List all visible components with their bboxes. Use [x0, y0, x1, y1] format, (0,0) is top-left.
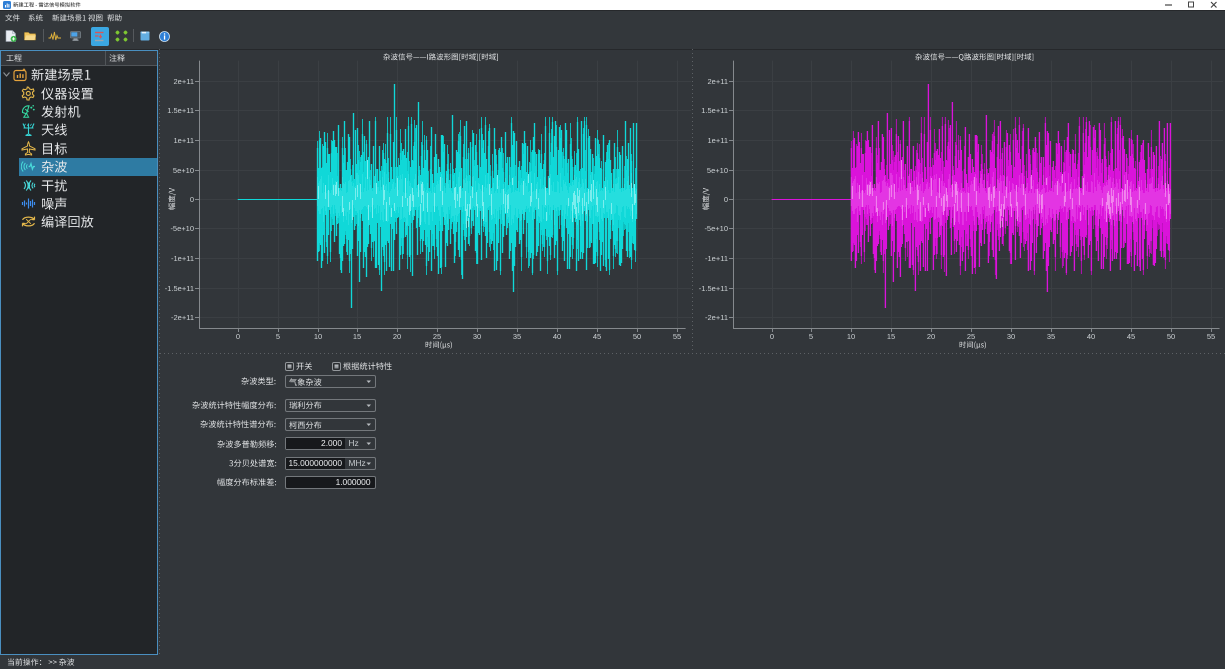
svg-text:2e+11: 2e+11 — [707, 77, 728, 86]
svg-text:-1.5e+11: -1.5e+11 — [699, 284, 728, 293]
svg-text:-1e+11: -1e+11 — [171, 254, 194, 263]
svg-text:-5e+10: -5e+10 — [170, 224, 194, 233]
svg-text:1.5e+11: 1.5e+11 — [701, 106, 728, 115]
svg-text:20: 20 — [393, 332, 401, 341]
svg-text:55: 55 — [1207, 332, 1215, 341]
svg-text:5e+10: 5e+10 — [173, 166, 194, 175]
svg-text:40: 40 — [1087, 332, 1095, 341]
svg-text:25: 25 — [967, 332, 975, 341]
svg-text:45: 45 — [593, 332, 601, 341]
svg-text:15: 15 — [353, 332, 361, 341]
svg-text:10: 10 — [847, 332, 855, 341]
svg-text:0: 0 — [770, 332, 774, 341]
svg-text:1e+11: 1e+11 — [173, 136, 194, 145]
svg-text:-2e+11: -2e+11 — [171, 313, 194, 322]
svg-text:0: 0 — [190, 195, 194, 204]
svg-text:2e+11: 2e+11 — [173, 77, 194, 86]
svg-text:0: 0 — [236, 332, 240, 341]
svg-text:5: 5 — [276, 332, 280, 341]
svg-text:5: 5 — [809, 332, 813, 341]
svg-text:30: 30 — [473, 332, 481, 341]
svg-text:45: 45 — [1127, 332, 1135, 341]
svg-text:50: 50 — [633, 332, 641, 341]
svg-text:35: 35 — [513, 332, 521, 341]
svg-text:1.5e+11: 1.5e+11 — [167, 106, 194, 115]
svg-text:50: 50 — [1167, 332, 1175, 341]
svg-text:20: 20 — [927, 332, 935, 341]
svg-text:0: 0 — [724, 195, 728, 204]
svg-text:40: 40 — [553, 332, 561, 341]
svg-text:55: 55 — [673, 332, 681, 341]
svg-text:1e+11: 1e+11 — [707, 136, 728, 145]
svg-text:-1.5e+11: -1.5e+11 — [165, 284, 194, 293]
svg-text:-2e+11: -2e+11 — [705, 313, 728, 322]
svg-text:35: 35 — [1047, 332, 1055, 341]
svg-text:30: 30 — [1007, 332, 1015, 341]
svg-text:25: 25 — [433, 332, 441, 341]
svg-text:15: 15 — [887, 332, 895, 341]
svg-text:-5e+10: -5e+10 — [704, 224, 728, 233]
svg-text:-1e+11: -1e+11 — [705, 254, 728, 263]
svg-text:5e+10: 5e+10 — [707, 166, 728, 175]
svg-text:10: 10 — [314, 332, 322, 341]
